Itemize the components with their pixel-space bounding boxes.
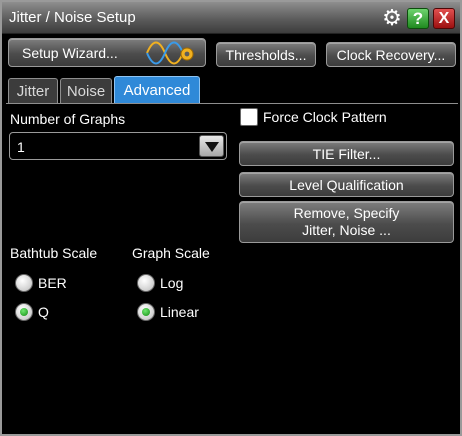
thresholds-button[interactable]: Thresholds... [216,42,316,67]
tab-advanced[interactable]: Advanced [114,76,200,104]
force-clock-pattern-label: Force Clock Pattern [263,109,387,125]
bathtub-q-radio[interactable] [15,303,33,321]
remove-specify-jitter-noise-button[interactable]: Remove, Specify Jitter, Noise ... [239,201,454,243]
window-title: Jitter / Noise Setup [9,9,136,26]
clock-recovery-button[interactable]: Clock Recovery... [326,42,456,67]
title-bar[interactable]: Jitter / Noise Setup ⚙ ? X [2,2,460,34]
bathtub-ber-label: BER [38,275,67,291]
tab-noise[interactable]: Noise [60,78,112,104]
gear-icon[interactable]: ⚙ [381,7,403,29]
help-button[interactable]: ? [407,8,429,29]
graph-linear-label: Linear [160,304,199,320]
graph-linear-radio[interactable] [137,303,155,321]
setup-wizard-label: Setup Wizard... [22,44,118,61]
chevron-down-icon[interactable] [199,135,224,157]
wizard-wave-icon [146,41,194,65]
number-of-graphs-value: 1 [17,139,25,155]
tie-filter-button[interactable]: TIE Filter... [239,141,454,166]
setup-wizard-button[interactable]: Setup Wizard... [8,38,206,67]
number-of-graphs-label: Number of Graphs [10,111,126,127]
close-button[interactable]: X [433,8,455,29]
jitter-noise-setup-dialog: Jitter / Noise Setup ⚙ ? X Setup Wizard.… [0,0,462,436]
graph-log-radio[interactable] [137,274,155,292]
tab-jitter[interactable]: Jitter [8,78,58,104]
level-qualification-button[interactable]: Level Qualification [239,172,454,197]
force-clock-pattern-checkbox[interactable] [240,108,258,126]
bathtub-q-label: Q [38,304,49,320]
remove-specify-line1: Remove, Specify [293,205,400,221]
number-of-graphs-select[interactable]: 1 [9,132,227,160]
remove-specify-line2: Jitter, Noise ... [302,222,391,238]
bathtub-scale-label: Bathtub Scale [10,245,98,261]
bathtub-ber-radio[interactable] [15,274,33,292]
graph-scale-label: Graph Scale [132,245,210,261]
graph-log-label: Log [160,275,184,291]
